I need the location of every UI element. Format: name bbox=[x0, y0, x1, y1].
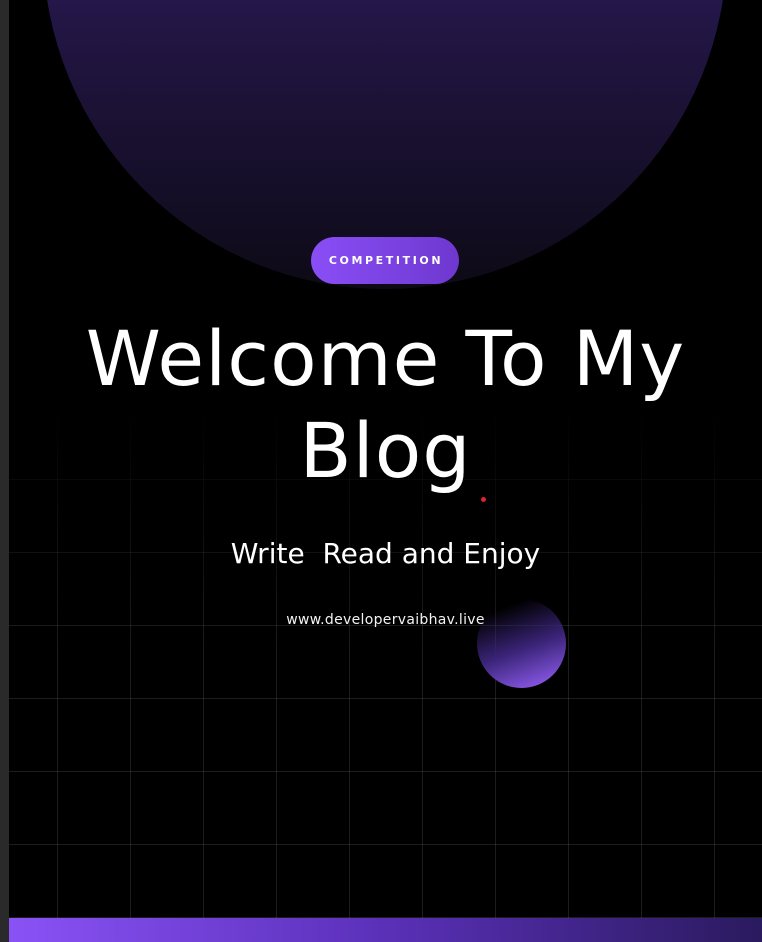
title-line-1: Welcome To My bbox=[85, 314, 686, 403]
competition-badge[interactable]: COMPETITION bbox=[311, 237, 459, 284]
bottom-gradient-bar bbox=[9, 918, 762, 942]
website-link[interactable]: www.developervaibhav.live bbox=[9, 610, 762, 630]
tagline: Write Read and Enjoy bbox=[230, 537, 541, 570]
red-dot-decoration bbox=[481, 497, 486, 502]
title-line-2: Blog bbox=[299, 406, 472, 495]
page-title: Welcome To My Blog bbox=[9, 313, 762, 497]
blog-banner: COMPETITION Welcome To My Blog Write Rea… bbox=[9, 0, 762, 942]
